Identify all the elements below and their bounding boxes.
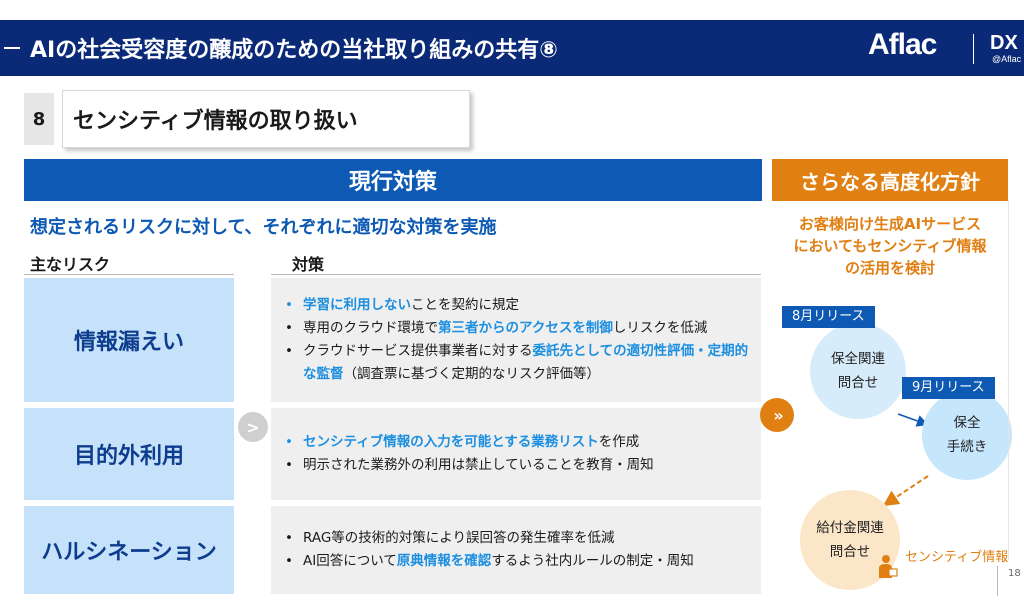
measure-item: • 専用のクラウド環境で第三者からのアクセスを制御しリスクを低減 <box>281 317 761 340</box>
risk-column-header: 主なリスク <box>30 255 111 274</box>
risk-header-underline <box>24 274 234 275</box>
future-note-line: の活用を検討 <box>844 259 935 277</box>
release-circle-inquiry: 保全関連 問合せ <box>810 323 906 419</box>
bullet-icon: • <box>285 457 293 473</box>
dx-logo: DX <box>990 32 1018 54</box>
future-policy-banner: さらなる高度化方針 <box>772 159 1008 201</box>
measure-text: ことを契約に規定 <box>411 297 519 313</box>
measure-highlight: 原典情報を確認 <box>396 553 492 569</box>
measure-box-misuse: • センシティブ情報の入力を可能とする業務リストを作成 • 明示された業務外の利用は… <box>271 408 761 500</box>
measure-item: • AI回答について原典情報を確認するよう社内ルールの制定・周知 <box>281 550 761 573</box>
circle-line: 保全 <box>953 415 981 431</box>
bullet-icon: • <box>285 343 293 359</box>
future-note: お客様向け生成AIサービス においてもセンシティブ情報 の活用を検討 <box>772 213 1008 279</box>
page-number-bar <box>997 566 998 596</box>
measure-item: • クラウドサービス提供事業者に対する委託先としての適切性評価・定期的な監督（調査… <box>281 340 761 386</box>
header-dash <box>4 47 20 49</box>
measure-highlight: 学習に利用しない <box>303 297 411 313</box>
bullet-icon: • <box>285 530 293 546</box>
circle-line: 問合せ <box>837 375 879 391</box>
bullet-icon: • <box>285 434 293 450</box>
future-note-line: においてもセンシティブ情報 <box>793 237 987 255</box>
aflac-logo: Aflac <box>868 28 937 61</box>
future-note-line: お客様向け生成AIサービス <box>798 215 982 233</box>
measure-text: クラウドサービス提供事業者に対する <box>303 343 533 359</box>
measure-text: （調査票に基づく定期的なリスク評価等） <box>343 366 601 382</box>
measure-item: • 学習に利用しないことを契約に規定 <box>281 294 761 317</box>
bullet-icon: • <box>285 297 293 313</box>
dashed-arrow-icon <box>882 475 929 507</box>
page-number: 18 <box>1008 568 1021 579</box>
measure-text: AI回答について <box>303 553 397 569</box>
circle-line: 給付金関連 <box>816 520 884 536</box>
measure-text: 明示された業務外の利用は禁止していることを教育・周知 <box>303 457 654 473</box>
measure-text: しリスクを低減 <box>612 320 708 336</box>
risk-box-info-leak: 情報漏えい <box>24 278 234 402</box>
measure-text: 専用のクラウド環境で <box>303 320 438 336</box>
release-circle-procedure: 保全 手続き <box>922 390 1012 480</box>
section-number: 8 <box>24 93 54 145</box>
measure-text: するよう社内ルールの制定・周知 <box>491 553 694 569</box>
connector-arrow-icon: > <box>238 412 268 442</box>
top-strip <box>0 0 1024 20</box>
current-measures-banner: 現行対策 <box>24 159 762 201</box>
risk-box-hallucination: ハルシネーション <box>24 506 234 594</box>
circle-line: 問合せ <box>829 544 871 560</box>
bullet-icon: • <box>285 553 293 569</box>
measure-item: • RAG等の技術的対策により誤回答の発生確率を低減 <box>281 527 761 550</box>
double-chevron-icon: » <box>760 398 794 432</box>
measure-highlight: 第三者からのアクセスを制御 <box>438 320 613 336</box>
measure-box-info-leak: • 学習に利用しないことを契約に規定 • 専用のクラウド環境で第三者からのアクセスを… <box>271 278 761 402</box>
arrow-icon <box>897 413 929 427</box>
measure-box-hallucination: • RAG等の技術的対策により誤回答の発生確率を低減 • AI回答について原典情報を… <box>271 506 761 594</box>
measure-item: • センシティブ情報の入力を可能とする業務リストを作成 <box>281 431 761 454</box>
logo-divider <box>973 34 974 64</box>
sensitive-info-label: センシティブ情報 <box>905 550 1009 565</box>
section-title: センシティブ情報の取り扱い <box>62 90 470 148</box>
circle-line: 手続き <box>946 439 988 455</box>
release-tag-september: 9月リリース <box>902 377 995 399</box>
risk-box-misuse: 目的外利用 <box>24 408 234 500</box>
measure-highlight: センシティブ情報の入力を可能とする業務リスト <box>303 434 599 450</box>
risk-subtitle: 想定されるリスクに対して、それぞれに適切な対策を実施 <box>30 217 497 238</box>
release-tag-august: 8月リリース <box>782 306 875 328</box>
measure-text: を作成 <box>598 434 640 450</box>
measure-column-header: 対策 <box>292 255 325 274</box>
slide-header: AIの社会受容度の醸成のための当社取り組みの共有⑧ Aflac DX @Afla… <box>0 20 1024 76</box>
slide-title: AIの社会受容度の醸成のための当社取り組みの共有⑧ <box>30 38 558 63</box>
measure-text: RAG等の技術的対策により誤回答の発生確率を低減 <box>303 530 615 546</box>
dx-logo-sub: @Aflac <box>992 54 1022 64</box>
circle-line: 保全関連 <box>831 351 885 367</box>
measure-item: • 明示された業務外の利用は禁止していることを教育・周知 <box>281 454 761 477</box>
measure-header-underline <box>271 274 761 275</box>
person-icon <box>879 555 898 578</box>
right-divider <box>1008 200 1009 560</box>
bullet-icon: • <box>285 320 293 336</box>
